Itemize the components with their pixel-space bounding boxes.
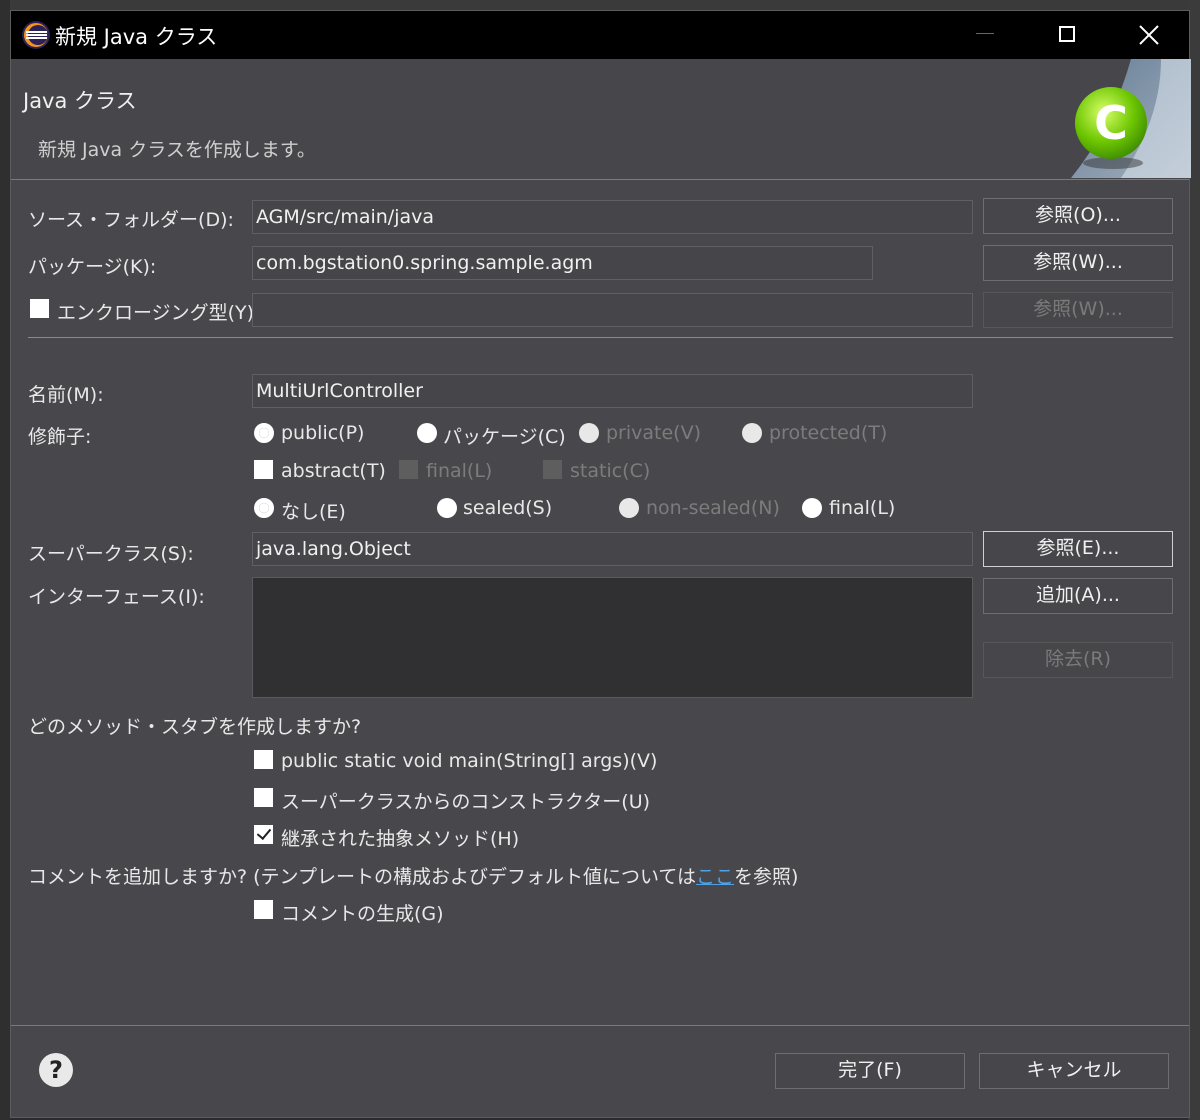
enclosing-type-browse-button[interactable]: 参照(W)...	[983, 292, 1173, 328]
new-java-class-dialog: 新規 Java クラス Java クラス 新規 Java クラスを作成します。	[10, 10, 1191, 1118]
help-button[interactable]: ?	[39, 1053, 73, 1087]
inherited-abstract-methods-checkbox[interactable]	[254, 825, 273, 844]
method-stubs-question: どのメソッド・スタブを作成しますか?	[28, 716, 362, 738]
final-checkbox[interactable]	[399, 460, 418, 479]
background-left	[0, 0, 10, 1120]
non-sealed-radio-label: non-sealed(N)	[646, 497, 780, 519]
minimize-button[interactable]	[943, 11, 1027, 59]
class-name-input[interactable]: MultiUrlController	[252, 374, 973, 408]
abstract-checkbox-label: abstract(T)	[281, 460, 386, 482]
inherited-abstract-methods-label: 継承された抽象メソッド(H)	[281, 828, 520, 850]
name-label: 名前(M):	[28, 384, 104, 406]
comments-question-suffix: を参照)	[734, 866, 799, 888]
superclass-input[interactable]: java.lang.Object	[252, 532, 973, 566]
sealed-radio[interactable]	[437, 498, 457, 518]
final-checkbox-label: final(L)	[426, 460, 493, 482]
footer-separator	[11, 1025, 1189, 1026]
sealed-radio-label: sealed(S)	[463, 497, 553, 519]
constructors-label: スーパークラスからのコンストラクター(U)	[281, 791, 651, 813]
generate-comments-label: コメントの生成(G)	[281, 903, 444, 925]
abstract-checkbox[interactable]	[254, 460, 273, 479]
remove-interface-button[interactable]: 除去(R)	[983, 642, 1173, 678]
interfaces-list[interactable]	[252, 577, 973, 698]
protected-radio-label: protected(T)	[769, 422, 888, 444]
source-folder-label: ソース・フォルダー(D):	[28, 209, 234, 231]
close-icon	[1139, 25, 1159, 45]
banner-description: 新規 Java クラスを作成します。	[38, 139, 316, 161]
source-folder-input[interactable]: AGM/src/main/java	[252, 200, 973, 234]
superclass-browse-button[interactable]: 参照(E)...	[983, 531, 1173, 567]
interfaces-label: インターフェース(I):	[28, 586, 205, 608]
templates-link[interactable]: ここ	[696, 866, 734, 888]
background-strip	[0, 0, 1200, 10]
package-radio-label: パッケージ(C)	[443, 426, 566, 448]
source-folder-browse-button[interactable]: 参照(O)...	[983, 198, 1173, 234]
banner-title: Java クラス	[23, 89, 137, 113]
modifiers-label: 修飾子:	[28, 426, 92, 448]
public-radio[interactable]	[254, 423, 274, 443]
finish-button[interactable]: 完了(F)	[775, 1053, 965, 1089]
comments-question: コメントを追加しますか? (テンプレートの構成およびデフォルト値についてはここを…	[28, 862, 798, 889]
enclosing-type-input[interactable]	[252, 293, 973, 327]
wizard-banner: Java クラス 新規 Java クラスを作成します。 C	[11, 59, 1191, 180]
java-class-wizard-icon: C	[1071, 59, 1191, 178]
package-radio[interactable]	[417, 423, 437, 443]
none-sealing-radio[interactable]	[254, 498, 274, 518]
generate-comments-checkbox[interactable]	[254, 900, 273, 919]
public-radio-label: public(P)	[281, 422, 365, 444]
final-sealing-radio-label: final(L)	[829, 497, 896, 519]
add-interface-button[interactable]: 追加(A)...	[983, 578, 1173, 614]
non-sealed-radio[interactable]	[619, 498, 639, 518]
title-bar[interactable]: 新規 Java クラス	[11, 11, 1189, 59]
enclosing-type-checkbox[interactable]	[30, 299, 49, 318]
main-method-checkbox[interactable]	[254, 750, 273, 769]
protected-radio[interactable]	[742, 423, 762, 443]
none-sealing-radio-label: なし(E)	[281, 501, 346, 523]
minimize-icon	[976, 33, 994, 34]
separator	[28, 337, 1173, 338]
comments-question-text: コメントを追加しますか? (テンプレートの構成およびデフォルト値については	[28, 866, 697, 888]
cancel-button[interactable]: キャンセル	[979, 1053, 1169, 1089]
window-title: 新規 Java クラス	[55, 25, 218, 49]
svg-text:C: C	[1094, 96, 1128, 150]
constructors-checkbox[interactable]	[254, 788, 273, 807]
close-button[interactable]	[1107, 11, 1191, 59]
superclass-label: スーパークラス(S):	[28, 543, 194, 565]
private-radio-label: private(V)	[606, 422, 701, 444]
final-sealing-radio[interactable]	[802, 498, 822, 518]
eclipse-icon	[22, 21, 50, 49]
private-radio[interactable]	[579, 423, 599, 443]
package-label: パッケージ(K):	[28, 256, 157, 278]
enclosing-type-label: エンクロージング型(Y):	[57, 302, 261, 324]
package-browse-button[interactable]: 参照(W)...	[983, 245, 1173, 281]
static-checkbox[interactable]	[543, 460, 562, 479]
main-method-label: public static void main(String[] args)(V…	[281, 750, 658, 772]
static-checkbox-label: static(C)	[570, 460, 651, 482]
maximize-button[interactable]	[1025, 11, 1109, 59]
maximize-icon	[1059, 26, 1075, 42]
package-input[interactable]: com.bgstation0.spring.sample.agm	[252, 246, 873, 280]
